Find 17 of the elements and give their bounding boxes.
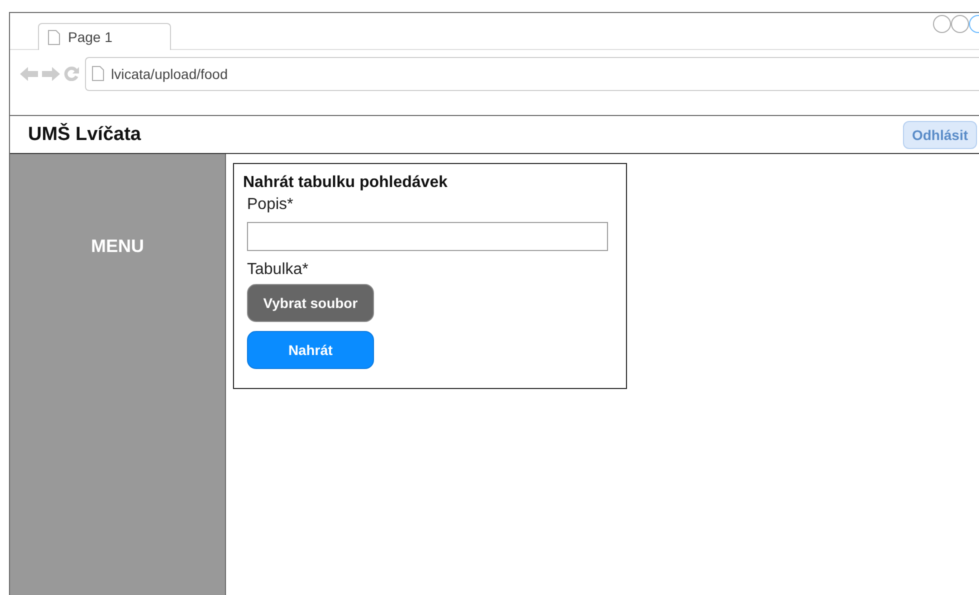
page-icon <box>48 30 60 44</box>
upload-button[interactable]: Nahrát <box>247 331 374 369</box>
browser-tab[interactable]: Page 1 <box>38 23 171 50</box>
page-icon <box>92 66 104 81</box>
address-bar[interactable]: lvicata/upload/food <box>85 56 979 90</box>
forward-icon[interactable] <box>42 66 60 80</box>
field-label: Popis* <box>247 196 294 214</box>
reload-icon[interactable] <box>64 66 79 81</box>
window-control-icon[interactable] <box>951 15 969 33</box>
choose-file-button[interactable]: Vybrat soubor <box>247 284 374 322</box>
form-title: Nahrát tabulku pohledávek <box>243 174 448 192</box>
menu-label: MENU <box>91 236 144 257</box>
field-label: Tabulka* <box>247 261 308 279</box>
site-title: UMŠ Lvíčata <box>28 124 141 146</box>
window-control-icon[interactable] <box>933 15 951 33</box>
input-field[interactable] <box>247 222 608 251</box>
back-icon[interactable] <box>20 66 38 80</box>
